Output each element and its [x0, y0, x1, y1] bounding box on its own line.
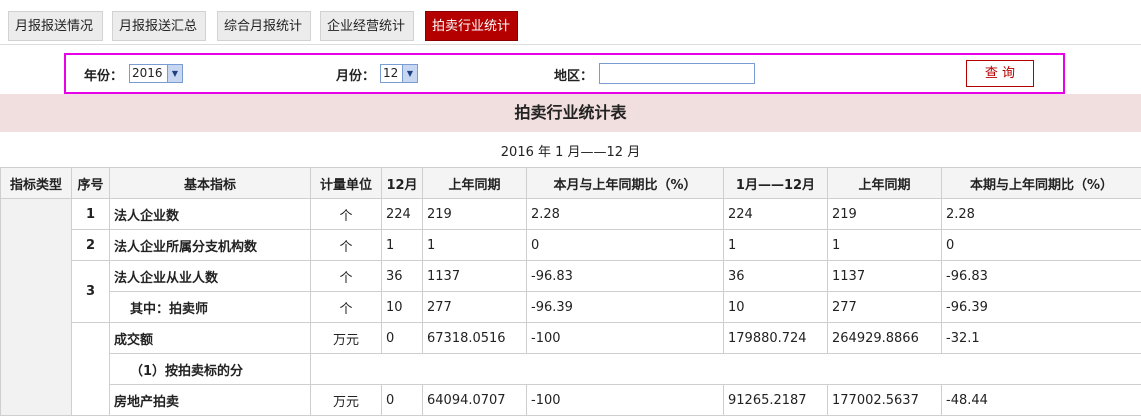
stats-table: 指标类型 序号 基本指标 计量单位 12月 上年同期 本月与上年同期比（%） 1…	[0, 167, 1141, 416]
ytd-prev-cell: 1137	[828, 261, 942, 292]
month-prev-cell: 1	[423, 230, 527, 261]
tab-auction-industry-stats[interactable]: 拍卖行业统计	[425, 11, 518, 41]
unit-cell: 万元	[311, 323, 382, 354]
month-cell: 1	[382, 230, 423, 261]
unit-cell: 个	[311, 199, 382, 230]
month-select-value: 12	[383, 66, 398, 80]
indicator-type-cell	[1, 199, 72, 416]
ytd-ratio-cell: -32.1	[942, 323, 1141, 354]
ytd-ratio-cell: -96.83	[942, 261, 1141, 292]
unit-cell: 个	[311, 230, 382, 261]
ytd-prev-cell: 219	[828, 199, 942, 230]
table-row: 其中：拍卖师 个 10 277 -96.39 10 277 -96.39	[1, 292, 1141, 323]
month-ratio-cell: -100	[527, 385, 724, 416]
unit-cell: 万元	[311, 385, 382, 416]
indicator-cell: 房地产拍卖	[110, 385, 311, 416]
header-seq: 序号	[72, 168, 110, 199]
seq-cell: 1	[72, 199, 110, 230]
table-row: 成交额 万元 0 67318.0516 -100 179880.724 2649…	[1, 323, 1141, 354]
month-ratio-cell: 0	[527, 230, 724, 261]
month-select[interactable]: 12 ▼	[380, 64, 418, 83]
ytd-cell: 224	[724, 199, 828, 230]
ytd-ratio-cell: -96.39	[942, 292, 1141, 323]
month-prev-cell: 64094.0707	[423, 385, 527, 416]
header-ytd-ratio: 本期与上年同期比（%）	[942, 168, 1141, 199]
indicator-cell: 法人企业数	[110, 199, 311, 230]
ytd-cell: 10	[724, 292, 828, 323]
seq-cell: 2	[72, 230, 110, 261]
header-month-prev-year: 上年同期	[423, 168, 527, 199]
month-ratio-cell: -96.83	[527, 261, 724, 292]
header-ytd: 1月——12月	[724, 168, 828, 199]
month-cell: 0	[382, 385, 423, 416]
month-ratio-cell: 2.28	[527, 199, 724, 230]
tab-report-submission-status[interactable]: 月报报送情况	[8, 11, 103, 41]
month-prev-cell: 1137	[423, 261, 527, 292]
region-input[interactable]	[599, 63, 755, 84]
table-header-row: 指标类型 序号 基本指标 计量单位 12月 上年同期 本月与上年同期比（%） 1…	[1, 168, 1141, 199]
table-row: 2 法人企业所属分支机构数 个 1 1 0 1 1 0	[1, 230, 1141, 261]
unit-cell: 个	[311, 261, 382, 292]
month-cell: 224	[382, 199, 423, 230]
query-button[interactable]: 查 询	[966, 60, 1034, 87]
month-cell: 36	[382, 261, 423, 292]
month-ratio-cell: -96.39	[527, 292, 724, 323]
region-label: 地区：	[554, 65, 593, 84]
header-ytd-prev-year: 上年同期	[828, 168, 942, 199]
month-label: 月份：	[336, 65, 375, 84]
unit-cell: 个	[311, 292, 382, 323]
table-row: 房地产拍卖 万元 0 64094.0707 -100 91265.2187 17…	[1, 385, 1141, 416]
month-prev-cell: 67318.0516	[423, 323, 527, 354]
month-prev-cell: 277	[423, 292, 527, 323]
header-unit: 计量单位	[311, 168, 382, 199]
ytd-cell: 91265.2187	[724, 385, 828, 416]
empty-span-cell	[311, 354, 1141, 385]
seq-cell	[72, 323, 110, 416]
ytd-ratio-cell: 2.28	[942, 199, 1141, 230]
ytd-ratio-cell: 0	[942, 230, 1141, 261]
ytd-prev-cell: 177002.5637	[828, 385, 942, 416]
table-row: 3 法人企业从业人数 个 36 1137 -96.83 36 1137 -96.…	[1, 261, 1141, 292]
indicator-cell: 法人企业所属分支机构数	[110, 230, 311, 261]
header-month-ratio: 本月与上年同期比（%）	[527, 168, 724, 199]
tab-comprehensive-monthly-stats[interactable]: 综合月报统计	[217, 11, 311, 41]
header-month: 12月	[382, 168, 423, 199]
indicator-cell: （1）按拍卖标的分	[110, 354, 311, 385]
indicator-cell: 法人企业从业人数	[110, 261, 311, 292]
ytd-cell: 179880.724	[724, 323, 828, 354]
ytd-prev-cell: 277	[828, 292, 942, 323]
year-select[interactable]: 2016 ▼	[129, 64, 183, 83]
report-period: 2016 年 1 月——12 月	[0, 141, 1141, 160]
ytd-cell: 1	[724, 230, 828, 261]
tab-report-submission-summary[interactable]: 月报报送汇总	[112, 11, 206, 41]
month-cell: 0	[382, 323, 423, 354]
month-ratio-cell: -100	[527, 323, 724, 354]
filter-panel: 年份： 2016 ▼ 月份： 12 ▼ 地区： 查 询	[64, 53, 1065, 94]
seq-cell: 3	[72, 261, 110, 323]
year-label: 年份：	[84, 65, 123, 84]
tab-enterprise-operation-stats[interactable]: 企业经营统计	[320, 11, 414, 41]
indicator-cell: 其中：拍卖师	[110, 292, 311, 323]
report-title: 拍卖行业统计表	[0, 94, 1141, 132]
table-row: （1）按拍卖标的分	[1, 354, 1141, 385]
indicator-cell: 成交额	[110, 323, 311, 354]
table-row: 1 法人企业数 个 224 219 2.28 224 219 2.28	[1, 199, 1141, 230]
month-cell: 10	[382, 292, 423, 323]
chevron-down-icon: ▼	[402, 65, 417, 82]
header-indicator-type: 指标类型	[1, 168, 72, 199]
header-basic-indicator: 基本指标	[110, 168, 311, 199]
year-select-value: 2016	[132, 66, 163, 80]
ytd-cell: 36	[724, 261, 828, 292]
ytd-prev-cell: 1	[828, 230, 942, 261]
chevron-down-icon: ▼	[167, 65, 182, 82]
tab-bar: 月报报送情况 月报报送汇总 综合月报统计 企业经营统计 拍卖行业统计	[0, 0, 1141, 45]
month-prev-cell: 219	[423, 199, 527, 230]
ytd-ratio-cell: -48.44	[942, 385, 1141, 416]
ytd-prev-cell: 264929.8866	[828, 323, 942, 354]
